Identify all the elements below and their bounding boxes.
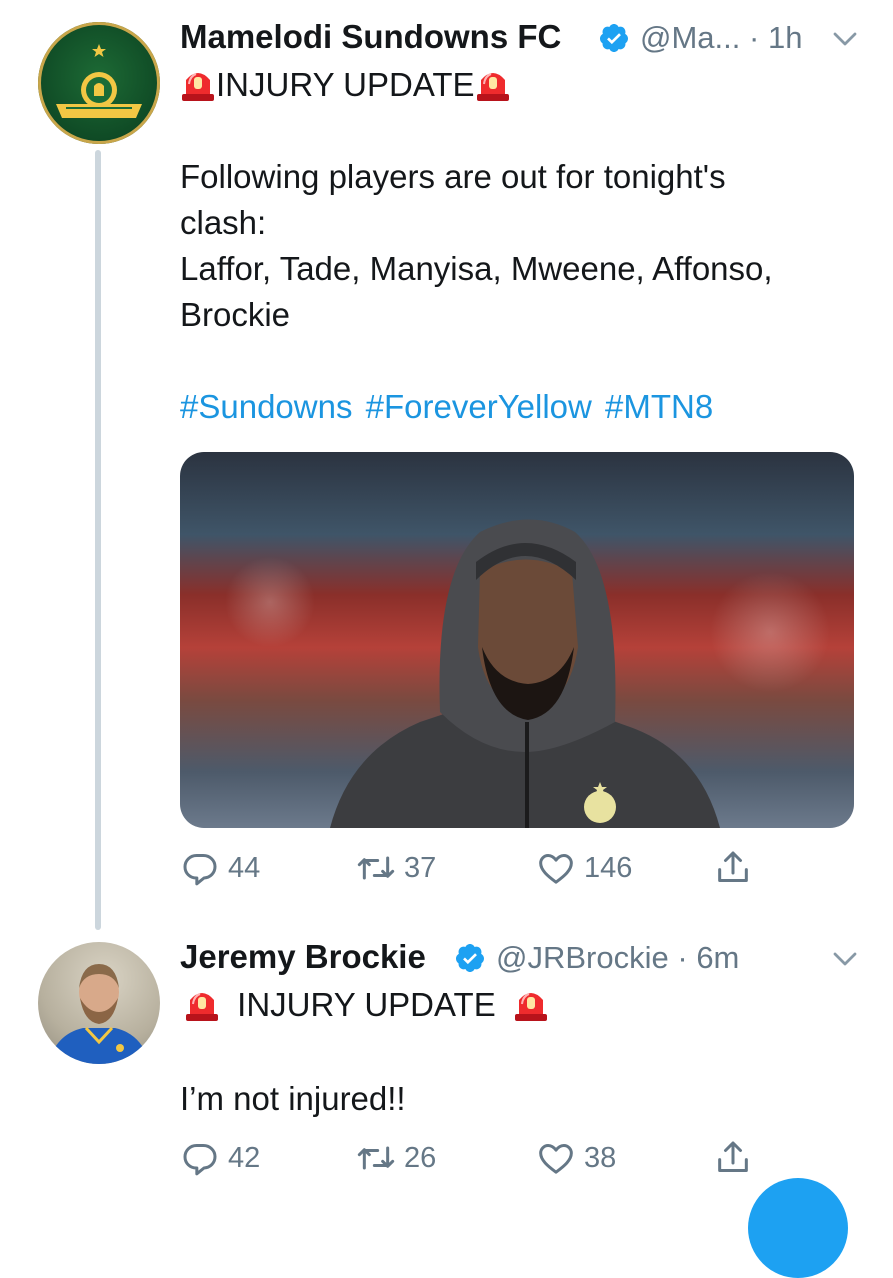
avatar[interactable] [38, 942, 160, 1064]
player-avatar-photo [48, 964, 150, 1064]
separator-dot: · [749, 20, 760, 55]
compose-tweet-button[interactable] [748, 1178, 848, 1278]
reply-count: 42 [228, 1141, 261, 1174]
like-button[interactable]: 146 [536, 848, 632, 888]
tweet-time[interactable]: 6m [696, 940, 739, 975]
body-line: Following players are out for tonight's [180, 158, 726, 195]
siren-emoji [514, 993, 547, 1021]
like-icon [539, 1144, 573, 1174]
player-photo [225, 519, 830, 828]
retweet-icon [357, 856, 395, 880]
author-handle[interactable]: @JRBrockie [496, 940, 669, 975]
verified-badge-icon [455, 944, 484, 972]
tweet-body: Following players are out for tonight's … [180, 154, 870, 338]
headline-text: INJURY UPDATE [237, 986, 496, 1023]
tweet-body: I’m not injured!! [180, 1080, 406, 1117]
author-name[interactable]: Jeremy Brockie [180, 938, 426, 976]
share-icon [718, 1141, 748, 1172]
reply-count: 44 [228, 851, 261, 884]
like-count: 146 [584, 851, 633, 884]
thread-line [95, 150, 101, 930]
siren-emoji [186, 993, 218, 1021]
hashtag-link[interactable]: #ForeverYellow [366, 388, 592, 425]
tweet-headline: INJURY UPDATE [184, 982, 549, 1028]
body-line: Brockie [180, 296, 291, 333]
hashtag-link[interactable]: #Sundowns [180, 388, 352, 425]
retweet-button[interactable]: 26 [356, 1138, 436, 1178]
separator-dot: · [677, 940, 688, 975]
retweet-count: 37 [404, 851, 437, 884]
siren-emoji [182, 73, 214, 101]
body-line: clash: [180, 204, 267, 241]
author-name[interactable]: Mamelodi Sundowns FC [180, 18, 561, 56]
share-icon [718, 851, 748, 882]
body-line: Laffor, Tade, Manyisa, Mweene, Affonso, [180, 250, 773, 287]
chevron-down-icon[interactable] [830, 24, 860, 54]
like-icon [539, 854, 573, 884]
hashtag-link[interactable]: #MTN8 [605, 388, 713, 425]
tweet-photo[interactable] [180, 452, 854, 828]
reply-icon [183, 1144, 217, 1176]
share-button[interactable] [713, 1138, 753, 1178]
like-button[interactable]: 38 [536, 1138, 616, 1178]
author-handle[interactable]: @Ma... [640, 20, 740, 55]
siren-emoji [476, 73, 509, 101]
hashtag-list: #Sundowns #ForeverYellow #MTN8 [180, 388, 717, 426]
headline-text: INJURY UPDATE [216, 66, 475, 103]
club-crest-logo [56, 44, 142, 118]
chevron-down-icon[interactable] [830, 944, 860, 974]
reply-button[interactable]: 42 [180, 1138, 260, 1178]
avatar[interactable] [38, 22, 160, 144]
retweet-icon [357, 1146, 395, 1170]
verified-badge-icon [599, 24, 628, 52]
retweet-button[interactable]: 37 [356, 848, 436, 888]
tweet-headline: INJURY UPDATE [180, 62, 511, 108]
like-count: 38 [584, 1141, 617, 1174]
reply-button[interactable]: 44 [180, 848, 260, 888]
share-button[interactable] [713, 848, 753, 888]
reply-icon [183, 854, 217, 886]
retweet-count: 26 [404, 1141, 437, 1174]
tweet-time[interactable]: 1h [768, 20, 802, 55]
